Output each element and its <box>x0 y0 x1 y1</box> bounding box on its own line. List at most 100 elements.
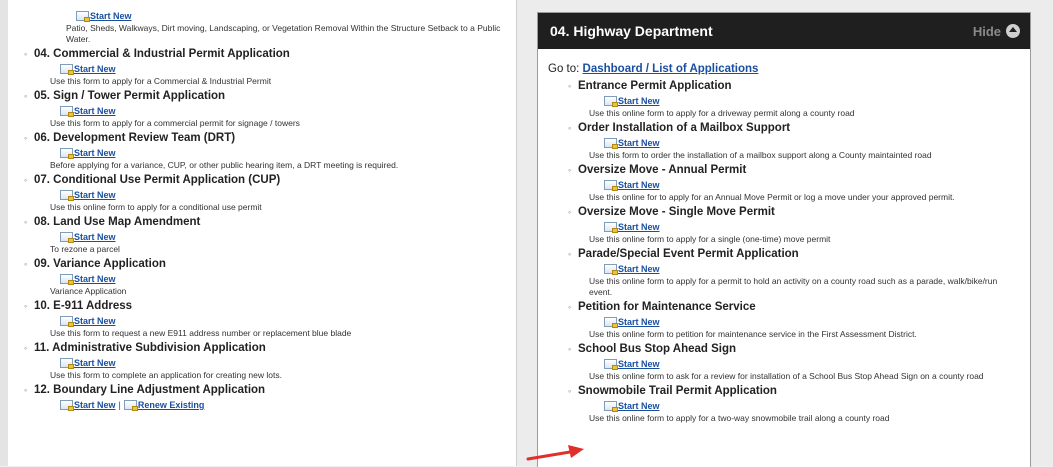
bullet-icon: ◦ <box>24 301 28 311</box>
bullet-icon: ◦ <box>24 133 28 143</box>
start-new-link[interactable]: Start New <box>618 316 660 328</box>
item-description: Use this form to complete an application… <box>50 370 282 380</box>
list-item: ◦ 06. Development Review Team (DRT) Star… <box>24 131 504 171</box>
highway-department-panel: 04. Highway Department Hide Go to: Dashb… <box>537 12 1031 467</box>
list-item: ◦ School Bus Stop Ahead Sign Start New U… <box>568 342 1020 382</box>
application-list: ◦ 04. Commercial & Industrial Permit App… <box>8 47 516 411</box>
list-item: ◦ Entrance Permit Application Start New … <box>568 79 1020 119</box>
form-icon <box>76 11 90 22</box>
item-description: Use this online form to apply for a two-… <box>589 413 890 423</box>
bullet-icon: ◦ <box>568 302 572 312</box>
item-title: 04. Commercial & Industrial Permit Appli… <box>34 48 290 60</box>
form-icon <box>60 274 74 285</box>
item-title: 09. Variance Application <box>34 258 166 270</box>
form-icon <box>604 264 618 275</box>
goto-prefix: Go to: <box>548 63 580 75</box>
start-new-link[interactable]: Start New <box>74 105 116 117</box>
start-new-link[interactable]: Start New <box>618 263 660 275</box>
item-title: Snowmobile Trail Permit Application <box>578 385 777 397</box>
list-item: ◦ 09. Variance Application Start New Var… <box>24 257 504 297</box>
start-new-link[interactable]: Start New <box>74 315 116 327</box>
link-separator: | <box>118 400 121 410</box>
start-new-link[interactable]: Start New <box>618 358 660 370</box>
renew-existing-link[interactable]: Renew Existing <box>138 399 205 411</box>
item-description: Use this online form to apply for a cond… <box>50 202 262 212</box>
item-title: Parade/Special Event Permit Application <box>578 248 799 260</box>
collapse-icon <box>1006 24 1020 38</box>
list-item: ◦ Parade/Special Event Permit Applicatio… <box>568 247 1020 298</box>
right-edge <box>1039 0 1053 466</box>
form-icon <box>60 148 74 159</box>
item-title: 10. E-911 Address <box>34 300 133 312</box>
list-item: ◦ 05. Sign / Tower Permit Application St… <box>24 89 504 129</box>
form-icon <box>604 359 618 370</box>
bullet-icon: ◦ <box>568 344 572 354</box>
bullet-icon: ◦ <box>24 343 28 353</box>
item-title: School Bus Stop Ahead Sign <box>578 343 737 355</box>
form-icon <box>604 180 618 191</box>
bullet-icon: ◦ <box>568 207 572 217</box>
bullet-icon: ◦ <box>24 49 28 59</box>
form-icon <box>60 64 74 75</box>
item-title: 12. Boundary Line Adjustment Application <box>34 384 266 396</box>
bullet-icon: ◦ <box>24 217 28 227</box>
start-new-link[interactable]: Start New <box>74 63 116 75</box>
start-new-link[interactable]: Start New <box>618 137 660 149</box>
bullet-icon: ◦ <box>568 81 572 91</box>
item-title: Entrance Permit Application <box>578 80 732 92</box>
hide-label: Hide <box>972 23 1001 39</box>
form-icon <box>604 138 618 149</box>
item-description: Before applying for a variance, CUP, or … <box>50 160 399 170</box>
form-icon <box>604 96 618 107</box>
item-description: Use this online form to apply for a perm… <box>589 276 998 297</box>
start-new-link[interactable]: Start New <box>74 189 116 201</box>
item-title: Oversize Move - Single Move Permit <box>578 206 775 218</box>
start-new-link[interactable]: Start New <box>74 273 116 285</box>
dashboard-link[interactable]: Dashboard / List of Applications <box>583 63 759 75</box>
start-new-link[interactable]: Start New <box>618 95 660 107</box>
left-gutter <box>0 0 8 466</box>
item-title: Order Installation of a Mailbox Support <box>578 122 791 134</box>
list-item: ◦ 11. Administrative Subdivision Applica… <box>24 341 504 381</box>
start-new-link[interactable]: Start New <box>74 357 116 369</box>
start-new-link-snowmobile[interactable]: Start New <box>618 400 660 412</box>
panel-title: 04. Highway Department <box>550 23 713 39</box>
item-description: To rezone a parcel <box>50 244 120 254</box>
item-title: 07. Conditional Use Permit Application (… <box>34 174 281 186</box>
panel-header: 04. Highway Department Hide <box>538 13 1030 49</box>
item-description: Use this form to order the installation … <box>589 150 932 160</box>
start-new-link[interactable]: Start New <box>74 147 116 159</box>
bullet-icon: ◦ <box>568 386 572 396</box>
form-icon <box>60 190 74 201</box>
hide-button[interactable]: Hide <box>973 24 1020 39</box>
start-new-link[interactable]: Start New <box>74 231 116 243</box>
bullet-icon: ◦ <box>24 259 28 269</box>
item-description: Patio, Sheds, Walkways, Dirt moving, Lan… <box>66 23 501 44</box>
item-description: Use this online form to petition for mai… <box>589 329 917 339</box>
list-item: Start New Patio, Sheds, Walkways, Dirt m… <box>8 0 516 45</box>
item-description: Use this form to request a new E911 addr… <box>50 328 352 338</box>
form-icon <box>60 316 74 327</box>
item-title: 08. Land Use Map Amendment <box>34 216 201 228</box>
item-title: 06. Development Review Team (DRT) <box>34 132 236 144</box>
item-description: Variance Application <box>50 286 127 296</box>
item-description: Use this online for to apply for an Annu… <box>589 192 955 202</box>
form-icon <box>60 400 74 411</box>
item-title: Petition for Maintenance Service <box>578 301 756 313</box>
start-new-link[interactable]: Start New <box>74 399 116 411</box>
item-description: Use this online form to apply for a sing… <box>589 234 831 244</box>
item-title: 05. Sign / Tower Permit Application <box>34 90 226 102</box>
item-description: Use this form to apply for a commercial … <box>50 118 300 128</box>
form-icon <box>604 222 618 233</box>
start-new-link[interactable]: Start New <box>618 221 660 233</box>
form-icon <box>60 358 74 369</box>
start-new-link[interactable]: Start New <box>618 179 660 191</box>
list-item: ◦ Order Installation of a Mailbox Suppor… <box>568 121 1020 161</box>
left-applications-panel: Start New Patio, Sheds, Walkways, Dirt m… <box>8 0 517 466</box>
form-icon <box>604 401 618 412</box>
item-title: Oversize Move - Annual Permit <box>578 164 747 176</box>
goto-line: Go to: Dashboard / List of Applications <box>548 63 1030 75</box>
start-new-link[interactable]: Start New <box>90 10 132 22</box>
list-item: ◦ 08. Land Use Map Amendment Start New T… <box>24 215 504 255</box>
item-description: Use this online form to apply for a driv… <box>589 108 855 118</box>
